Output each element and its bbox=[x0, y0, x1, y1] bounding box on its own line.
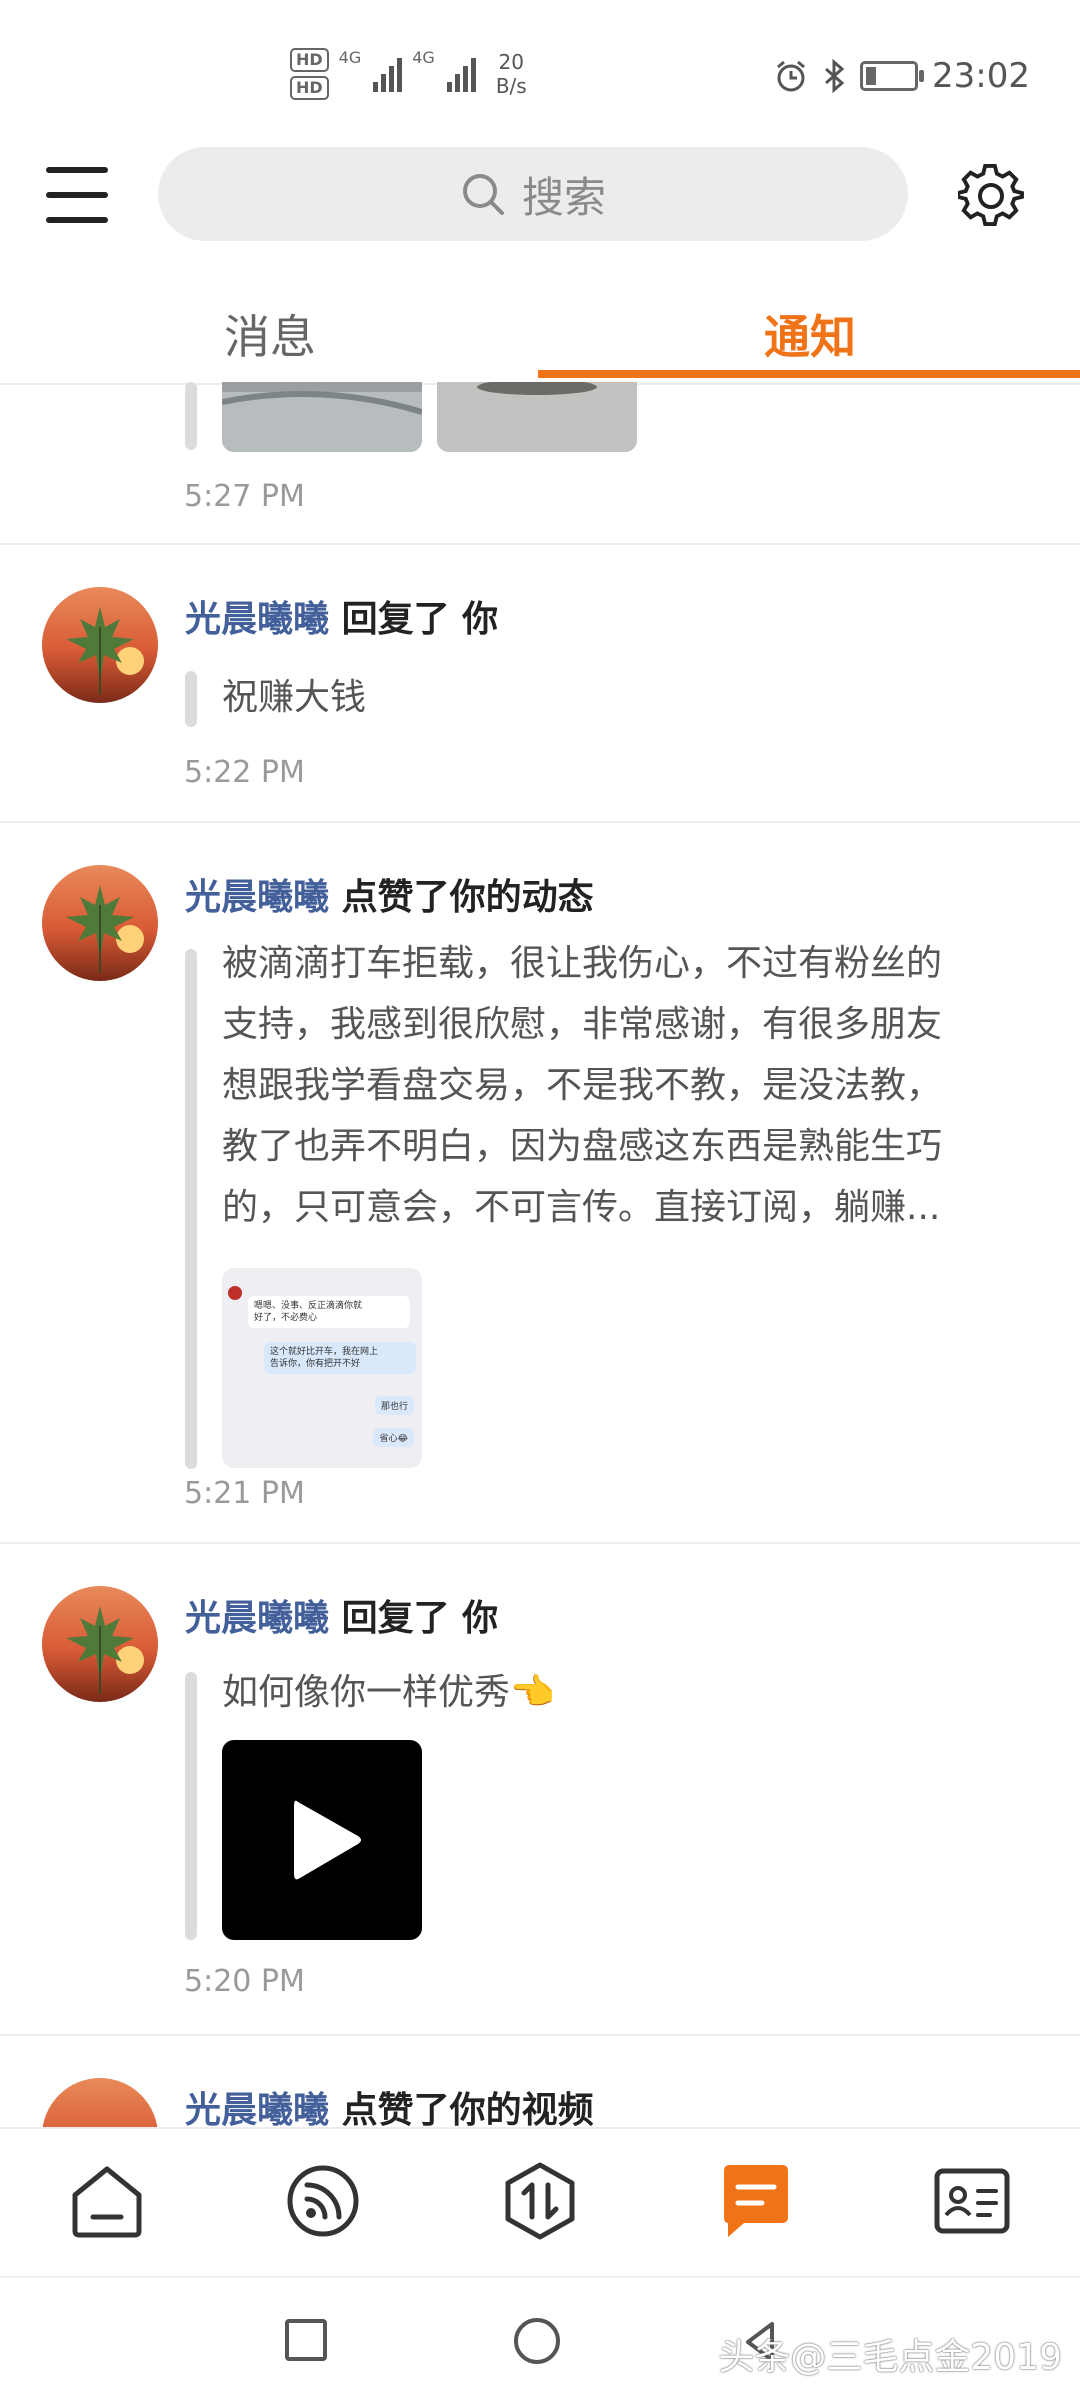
chat-screenshot-thumbnail[interactable]: 嗯嗯、没事、反正滴滴你就 好了，不必费心 这个就好比开车，我在网上 告诉你，你有… bbox=[222, 1268, 422, 1468]
reply-text: 祝赚大钱 bbox=[222, 677, 367, 718]
quote-bar bbox=[185, 671, 197, 727]
profile-card-icon[interactable] bbox=[932, 2161, 1012, 2241]
gear-icon[interactable] bbox=[958, 163, 1024, 229]
notification-item[interactable]: 光晨曦曦 回复了 你 祝赚大钱 5:22 PM bbox=[0, 545, 1080, 823]
photo-thumbnail[interactable] bbox=[222, 382, 422, 452]
avatar[interactable] bbox=[42, 1586, 158, 1702]
post-text-line: 被滴滴打车拒载，很让我伤心，不过有粉丝的 bbox=[222, 943, 943, 984]
alarm-icon bbox=[777, 60, 805, 92]
network-label-1: 4G bbox=[338, 48, 362, 67]
active-tab-indicator bbox=[538, 370, 1080, 378]
chat-line: 嗯嗯、没事、反正滴滴你就 bbox=[254, 1301, 363, 1311]
quote-bar bbox=[185, 382, 197, 450]
hd2-icon: HD bbox=[290, 76, 329, 100]
home-button[interactable] bbox=[512, 2316, 562, 2366]
play-icon bbox=[294, 1800, 361, 1880]
status-right: 23:02 bbox=[774, 56, 1030, 96]
username-link[interactable]: 光晨曦曦 bbox=[185, 877, 329, 918]
search-icon bbox=[462, 174, 504, 215]
post-text-line: 教了也弄不明白，因为盘感这东西是熟能生巧 bbox=[222, 1126, 943, 1167]
notification-item[interactable]: 5:27 PM bbox=[0, 382, 1080, 545]
timestamp: 5:27 PM bbox=[184, 479, 305, 514]
speed-value: 20 bbox=[498, 50, 524, 74]
avatar[interactable] bbox=[42, 865, 158, 981]
action-text: 点赞了你的视频 bbox=[341, 2090, 594, 2127]
photo-thumbnail[interactable] bbox=[437, 382, 637, 452]
timestamp: 5:21 PM bbox=[184, 1476, 305, 1511]
hd-indicators: HD HD bbox=[290, 48, 329, 100]
notification-headline: 光晨曦曦 点赞了你的动态 bbox=[185, 868, 594, 920]
video-thumbnail[interactable] bbox=[222, 1740, 422, 1940]
notification-list[interactable]: 5:27 PM 光晨曦曦 回复了 你 祝赚大钱 5:22 PM 光晨曦曦 点赞了… bbox=[0, 382, 1080, 2127]
post-text-line: 的，只可意会，不可言传。直接订阅，躺赚... bbox=[222, 1187, 941, 1228]
top-bar: 搜索 bbox=[0, 145, 1080, 255]
battery-icon bbox=[860, 61, 925, 91]
system-navigation: 头条@三毛点金2019 bbox=[0, 2276, 1080, 2402]
reply-text: 如何像你一样优秀👈 bbox=[222, 1672, 555, 1713]
network-speed: 20 B/s bbox=[496, 50, 527, 98]
status-bar: HD HD 4G 4G 20 B/s 23:02 bbox=[0, 0, 1080, 140]
username-link[interactable]: 光晨曦曦 bbox=[185, 2090, 329, 2127]
recent-apps-button[interactable] bbox=[284, 2318, 328, 2362]
bottom-navigation bbox=[0, 2127, 1080, 2277]
chat-line: 告诉你，你有把开不好 bbox=[270, 1359, 361, 1369]
watermark: 头条@三毛点金2019 bbox=[718, 2337, 1062, 2378]
notification-item[interactable]: 光晨曦曦 点赞了你的动态 被滴滴打车拒载，很让我伤心，不过有粉丝的 支持，我感到… bbox=[0, 823, 1080, 1544]
home-icon[interactable] bbox=[67, 2161, 147, 2241]
notification-item[interactable]: 光晨曦曦 点赞了你的视频 bbox=[0, 2036, 1080, 2127]
tab-notifications[interactable]: 通知 bbox=[540, 285, 1080, 383]
signal-icon bbox=[446, 56, 476, 92]
post-text-line: 支持，我感到很欣慰，非常感谢，有很多朋友 bbox=[222, 1004, 943, 1045]
notification-headline: 光晨曦曦 回复了 你 bbox=[185, 1589, 498, 1641]
quote-bar bbox=[185, 1672, 197, 1940]
timestamp: 5:22 PM bbox=[184, 755, 305, 790]
tab-messages[interactable]: 消息 bbox=[0, 285, 540, 383]
chat-line: 那也行 bbox=[374, 1396, 414, 1415]
notification-headline: 光晨曦曦 点赞了你的视频 bbox=[185, 2081, 594, 2127]
post-text-line: 想跟我学看盘交易，不是我不教，是没法教， bbox=[222, 1065, 943, 1106]
clock: 23:02 bbox=[932, 56, 1030, 96]
hd1-icon: HD bbox=[290, 48, 329, 72]
username-link[interactable]: 光晨曦曦 bbox=[185, 1598, 329, 1639]
bluetooth-icon bbox=[825, 59, 845, 93]
action-text: 回复了 你 bbox=[341, 1598, 499, 1639]
notification-headline: 光晨曦曦 回复了 你 bbox=[185, 590, 498, 642]
action-text: 回复了 你 bbox=[341, 599, 499, 640]
search-bar[interactable]: 搜索 bbox=[158, 147, 908, 241]
signal-icon bbox=[373, 56, 403, 92]
avatar[interactable] bbox=[42, 2078, 158, 2127]
messages-icon[interactable] bbox=[716, 2161, 796, 2241]
notification-item[interactable]: 光晨曦曦 回复了 你 如何像你一样优秀👈 5:20 PM bbox=[0, 1544, 1080, 2036]
action-text: 点赞了你的动态 bbox=[341, 877, 594, 918]
menu-icon[interactable] bbox=[46, 167, 108, 223]
quote-bar bbox=[185, 949, 197, 1469]
avatar[interactable] bbox=[42, 587, 158, 703]
username-link[interactable]: 光晨曦曦 bbox=[185, 599, 329, 640]
network-label-2: 4G bbox=[412, 48, 435, 67]
chat-line: 好了，不必费心 bbox=[254, 1313, 318, 1323]
timestamp: 5:20 PM bbox=[184, 1964, 305, 1999]
post-text[interactable]: 被滴滴打车拒载，很让我伤心，不过有粉丝的 支持，我感到很欣慰，非常感谢，有很多朋… bbox=[222, 933, 1042, 1238]
trade-icon[interactable] bbox=[500, 2161, 580, 2241]
feed-icon[interactable] bbox=[283, 2161, 363, 2241]
chat-line: 省心😂 bbox=[373, 1428, 414, 1447]
chat-line: 这个就好比开车，我在网上 bbox=[270, 1347, 379, 1357]
speed-unit: B/s bbox=[495, 74, 527, 98]
search-placeholder: 搜索 bbox=[521, 172, 606, 222]
status-left: HD HD 4G 4G 20 B/s bbox=[290, 48, 527, 100]
